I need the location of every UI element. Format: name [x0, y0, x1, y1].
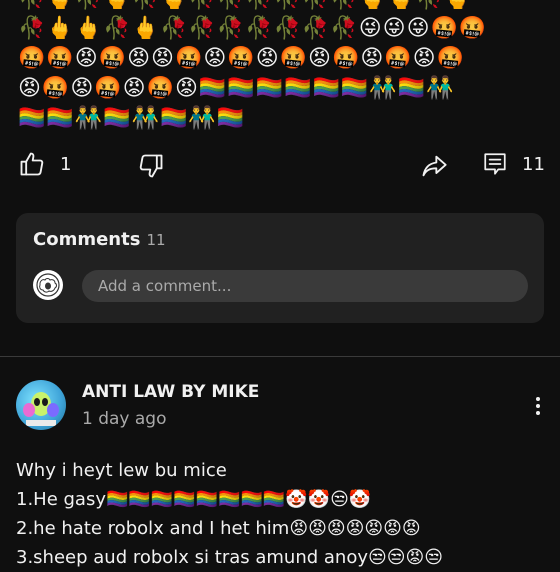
comment-icon	[484, 153, 506, 175]
emoji-line: 🏳️‍🌈🏳️‍🌈👬🏳️‍🌈👬🏳️‍🌈👬🏳️‍🌈	[18, 106, 246, 131]
emoji-line: 🥀🖕🖕🥀🖕🥀🥀🥀🥀🥀🥀🥀😜😜😜🤬🤬	[18, 16, 488, 41]
sheep-avatar-icon	[36, 273, 60, 297]
post-action-bar: 1 11	[0, 148, 560, 182]
comment-count: 11	[522, 153, 545, 175]
comment-line: Why i heyt lew bu mice	[16, 460, 227, 481]
alien-avatar-icon	[23, 392, 59, 426]
comment-line: 1.He gasy🏳️‍🌈🏳️‍🌈🏳️‍🌈🏳️‍🌈🏳️‍🌈🏳️‍🌈🏳️‍🌈🏳️‍…	[16, 489, 372, 510]
share-icon	[422, 155, 447, 177]
comments-header: Comments 11	[33, 229, 166, 250]
emoji-line: 😡🤬😡🤬😡🤬😡🏳️‍🌈🏳️‍🌈🏳️‍🌈🏳️‍🌈🏳️‍🌈🏳️‍🌈👬🏳️‍🌈👬	[18, 76, 455, 101]
more-options-icon[interactable]	[530, 394, 546, 424]
dislike-button[interactable]	[137, 152, 165, 180]
post-emoji-text: 🥀🖕🥀🖕🥀🖕🥀🥀🥀🥀🥀🥀🖕🖕🥀🖕 🥀🖕🖕🥀🖕🥀🥀🥀🥀🥀🥀🥀😜😜😜🤬🤬 🤬🤬😡🤬😡…	[18, 0, 518, 134]
thumbs-down-icon	[139, 154, 163, 178]
comment-line: 3.sheep aud robolx si tras amund anoy😒😒😡…	[16, 547, 444, 568]
comment-timestamp: 1 day ago	[82, 409, 167, 429]
comment-author[interactable]: ANTI LAW BY MIKE	[82, 382, 259, 402]
emoji-line: 🤬🤬😡🤬😡😡🤬😡🤬😡🤬😡🤬😡🤬😡🤬	[18, 46, 466, 71]
commenter-avatar[interactable]	[16, 380, 66, 430]
like-button[interactable]: 1	[18, 150, 71, 178]
comments-count: 11	[146, 231, 166, 249]
thumbs-up-icon	[20, 152, 44, 176]
share-button[interactable]	[420, 152, 448, 180]
comments-button[interactable]: 11	[482, 150, 545, 178]
comment-line: 2.he hate robolx and I het him😡😡😡😡😡😡😡	[16, 518, 421, 539]
emoji-line: 🥀🖕🥀🖕🥀🖕🥀🥀🥀🥀🥀🥀🖕🖕🥀🖕	[18, 0, 518, 14]
comments-section[interactable]: Comments 11 Add a comment...	[16, 213, 544, 323]
user-avatar	[33, 270, 63, 300]
comment-text: Why i heyt lew bu mice 1.He gasy🏳️‍🌈🏳️‍🌈…	[16, 456, 556, 572]
comments-title: Comments	[33, 229, 141, 250]
like-count: 1	[60, 153, 72, 175]
add-comment-input[interactable]: Add a comment...	[82, 270, 528, 302]
add-comment-placeholder: Add a comment...	[98, 277, 232, 295]
divider	[0, 356, 560, 357]
